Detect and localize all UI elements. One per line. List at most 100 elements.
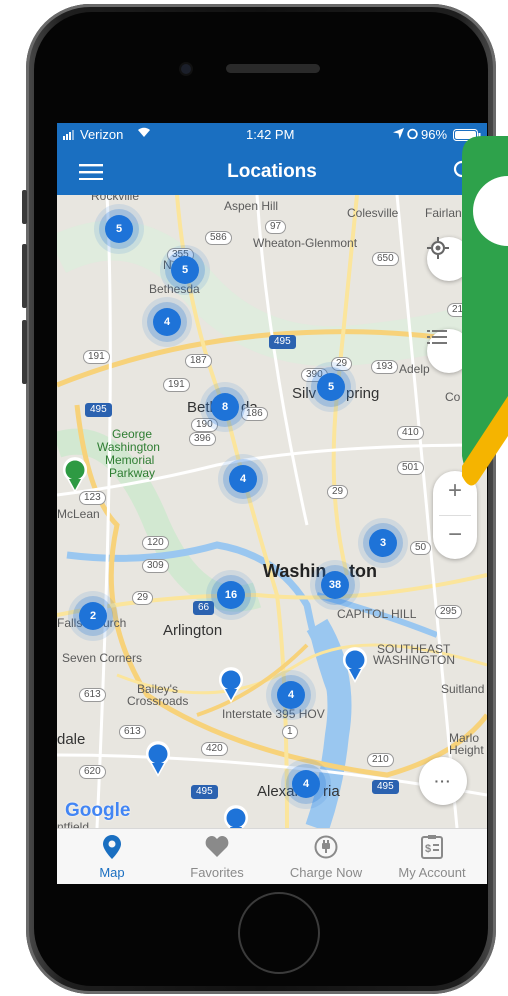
volume-up-button [22,244,27,308]
map-place-label: Bethesda [149,282,200,296]
front-camera [181,64,191,74]
route-shield: 29 [331,357,353,371]
tab-map-label: Map [99,865,125,880]
tab-favorites-label: Favorites [190,865,244,880]
plug-icon [314,835,338,859]
map-place-label: McLean [57,507,100,521]
list-icon [427,330,447,344]
charger-cluster-marker[interactable]: 38 [321,571,349,599]
route-shield: 29 [327,485,349,499]
mute-switch [22,190,27,224]
alarm-icon [407,127,418,142]
charger-cluster-marker[interactable]: 4 [277,681,305,709]
map-place-label: Co [445,390,461,404]
tab-charge-now[interactable]: Charge Now [276,829,376,884]
charger-cluster-marker[interactable]: 16 [217,581,245,609]
svg-text:$: $ [425,843,431,855]
battery-percent: 96% [421,127,448,142]
charger-pin-marker[interactable] [223,805,249,828]
zoom-out-button[interactable]: − [433,521,477,549]
map-place-label: Washin [263,561,327,581]
tab-map[interactable]: Map [62,829,162,884]
tab-my-account[interactable]: $ My Account [382,829,482,884]
map-place-label: George [112,427,153,441]
route-shield: 586 [205,231,232,245]
map-place-label: Height [449,743,484,757]
map-place-label: Aspen Hill [224,199,279,213]
map-place-label: Wheaton-Glenmont [253,236,358,250]
app-screen: Verizon 1:42 PM 96% Locations Rockville … [57,123,487,884]
route-shield: 191 [163,378,190,392]
route-shield: 495 [372,780,399,794]
map-place-label: dale [57,731,86,748]
tab-charge-now-label: Charge Now [289,865,363,880]
map-place-label: Silv [292,385,317,402]
map-place-label: Crossroads [127,694,189,708]
route-shield: 187 [185,354,212,368]
route-shield: 613 [79,688,106,702]
charger-cluster-marker[interactable]: 4 [292,770,320,798]
route-shield: 66 [193,601,215,615]
route-shield: 613 [119,725,146,739]
map-place-label: Parkway [109,466,156,480]
route-shield: 29 [132,591,154,605]
charger-pin-marker[interactable] [145,741,171,777]
route-shield: 191 [83,350,110,364]
route-shield: 210 [367,753,394,767]
account-icon: $ [421,835,443,859]
tab-my-account-label: My Account [398,865,466,880]
status-time: 1:42 PM [246,127,295,142]
map-place-label: Arlington [163,622,223,639]
map-place-label: Adelp [399,362,430,376]
map-place-label: Interstate 395 HOV [222,707,325,721]
tab-favorites[interactable]: Favorites [167,829,267,884]
charger-cluster-marker[interactable]: 2 [79,602,107,630]
signal-icon [63,128,77,143]
app-header: Locations [57,148,487,195]
route-shield: 495 [269,335,296,349]
earpiece-speaker [226,64,320,73]
route-shield: 396 [189,432,216,446]
crosshair-icon [427,237,449,259]
tab-bar: Map Favorites Charge Now $ My Account [57,828,487,884]
map-place-label: Seven Corners [62,651,143,665]
charger-cluster-marker[interactable]: 5 [105,215,133,243]
route-shield: 650 [372,252,399,266]
zoom-divider [439,515,471,516]
route-shield: 620 [79,765,106,779]
charger-pin-marker[interactable] [218,667,244,703]
route-shield: 495 [85,403,112,417]
route-shield: 495 [191,785,218,799]
charger-cluster-marker[interactable]: 4 [229,465,257,493]
location-arrow-icon [393,127,404,142]
map-place-label: ton [349,561,377,581]
route-shield: 97 [265,220,287,234]
charger-pin-marker[interactable] [62,457,88,493]
map-place-label: pring [346,385,380,402]
charger-cluster-marker[interactable]: 4 [153,308,181,336]
route-shield: 1 [282,725,298,739]
map-place-label: CAPITOL HILL [337,607,417,621]
route-shield: 186 [241,407,268,421]
map-place-label: Fairlan [425,206,462,220]
route-shield: 190 [191,418,218,432]
route-shield: 420 [201,742,228,756]
carrier-name: Verizon [80,127,124,142]
charger-cluster-marker[interactable]: 5 [171,256,199,284]
charger-pin-marker[interactable] [342,647,368,683]
home-button[interactable] [238,892,320,974]
map-place-label: ria [323,783,340,800]
map-pin-icon [103,835,121,859]
charger-cluster-marker[interactable]: 8 [211,393,239,421]
wifi-icon [136,126,152,141]
map-place-label: Colesville [347,206,399,220]
route-shield: 120 [142,536,169,550]
route-shield: 193 [371,360,398,374]
charger-cluster-marker[interactable]: 5 [317,373,345,401]
more-options-button[interactable]: ··· [419,757,467,805]
charger-cluster-marker[interactable]: 3 [369,529,397,557]
route-shield: 295 [435,605,462,619]
map-view[interactable]: Rockville Aspen Hill Colesville Fairlan Whea… [57,195,487,828]
map-place-label: Suitland P [441,682,487,696]
status-bar: Verizon 1:42 PM 96% [57,123,487,148]
